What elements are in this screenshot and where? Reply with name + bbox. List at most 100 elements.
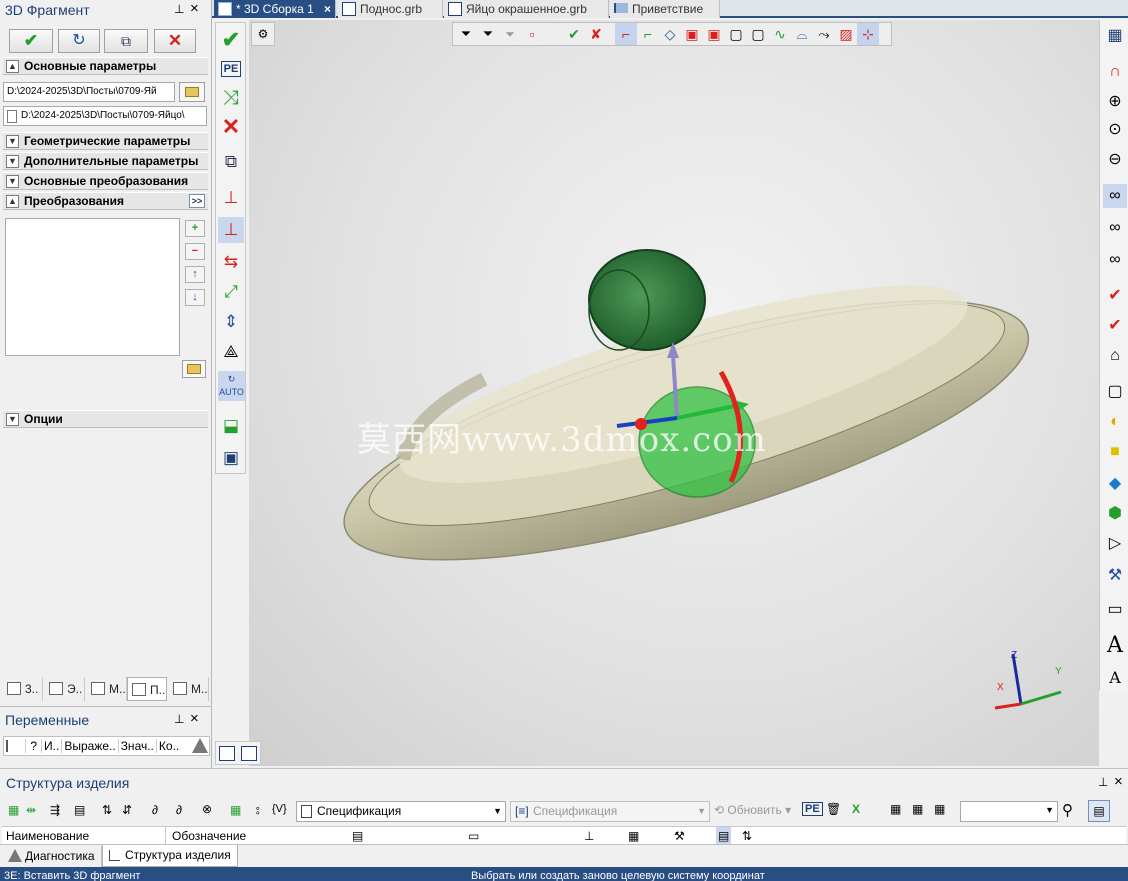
move-y-icon[interactable]: ⤢ bbox=[218, 279, 244, 305]
col-designation[interactable]: Обозначение bbox=[172, 827, 342, 845]
section-transforms[interactable]: ▲ Преобразования >> bbox=[3, 192, 208, 210]
text-small-icon[interactable]: A bbox=[1103, 666, 1127, 690]
table-3-icon[interactable]: ▦ bbox=[934, 802, 945, 816]
close-icon[interactable]: × bbox=[190, 0, 199, 17]
delete-icon[interactable]: 🗑 bbox=[826, 802, 841, 816]
egg-model[interactable] bbox=[588, 249, 706, 351]
cancel-button[interactable]: ✕ bbox=[154, 29, 196, 53]
section-options[interactable]: ▼ Опции bbox=[3, 410, 208, 428]
browse-folder-button[interactable] bbox=[179, 82, 205, 102]
path-input-2[interactable]: D:\2024-2025\3D\Посты\0709-Яйцо\ bbox=[3, 106, 207, 126]
insert-icon[interactable]: ⇹ bbox=[26, 803, 36, 817]
section-main-params[interactable]: ▲ Основные параметры bbox=[3, 57, 208, 75]
abort-icon[interactable]: ✕ bbox=[218, 114, 244, 140]
section-basic-transforms[interactable]: ▼ Основные преобразования bbox=[3, 172, 208, 190]
origin-icon[interactable]: ⊹ bbox=[857, 23, 879, 45]
csys-place-icon[interactable]: ⊥ bbox=[218, 185, 244, 211]
variables-icon[interactable]: ⦂ bbox=[256, 803, 260, 818]
properties-icon[interactable]: PE bbox=[218, 56, 244, 82]
check-filter-icon[interactable]: ✔ bbox=[563, 23, 585, 45]
filter-3-icon[interactable]: ⏷ bbox=[499, 23, 521, 45]
move-z-icon[interactable]: ⇕ bbox=[218, 309, 244, 335]
branch-icon[interactable]: ⤨ bbox=[218, 85, 244, 111]
col-icon-6[interactable]: ▤ bbox=[716, 827, 732, 845]
col-icon-3[interactable]: ⊥ bbox=[584, 827, 594, 845]
transforms-list[interactable] bbox=[5, 218, 180, 356]
tab-welcome[interactable]: Приветствие bbox=[610, 0, 720, 18]
zoom-window-icon[interactable]: ⊙ bbox=[1103, 118, 1127, 142]
close-icon[interactable]: × bbox=[190, 710, 199, 727]
tab-3d-assembly[interactable]: * 3D Сборка 1 × bbox=[214, 0, 336, 18]
excel-icon[interactable]: X bbox=[852, 802, 860, 816]
csys-icon[interactable]: ⌐ bbox=[615, 23, 637, 45]
body-2-icon[interactable]: ▢ bbox=[747, 23, 769, 45]
panel-tab-3[interactable]: М.. bbox=[87, 677, 127, 701]
ok-button[interactable]: ✔ bbox=[9, 29, 53, 53]
glasses-3-icon[interactable]: ∞ bbox=[1103, 248, 1127, 272]
move-x-icon[interactable]: ⇆ bbox=[218, 249, 244, 275]
section-geometric[interactable]: ▼ Геометрические параметры bbox=[3, 132, 208, 150]
rotate-icon[interactable]: ⟁ bbox=[218, 339, 244, 365]
folder-button[interactable] bbox=[182, 360, 206, 378]
layout-icon[interactable]: ▦ bbox=[1103, 24, 1127, 48]
search-input[interactable]: ▼ bbox=[960, 801, 1058, 822]
close-icon[interactable]: × bbox=[1114, 773, 1123, 790]
col-icon-2[interactable]: ▭ bbox=[468, 827, 479, 845]
glasses-icon[interactable]: ∞ bbox=[1103, 184, 1127, 208]
var-v-icon[interactable]: {V} bbox=[272, 803, 287, 815]
tab-diagnostics[interactable]: Диагностика bbox=[3, 846, 102, 867]
panel-tab-5[interactable]: М.. bbox=[169, 677, 209, 701]
update-button[interactable]: ⟲ Обновить ▾ bbox=[714, 803, 791, 817]
tab-podnos[interactable]: Поднос.grb bbox=[338, 0, 443, 18]
pin-icon[interactable]: ⊥ bbox=[174, 712, 184, 726]
shell-icon[interactable]: ⌓ bbox=[791, 23, 813, 45]
move-down-button[interactable]: ↓ bbox=[185, 289, 205, 306]
component-icon[interactable]: ▨ bbox=[835, 23, 857, 45]
add-row-icon[interactable]: ▦ bbox=[8, 803, 19, 817]
box-blue-icon[interactable]: ◆ bbox=[1103, 472, 1127, 496]
section-additional[interactable]: ▼ Дополнительные параметры bbox=[3, 152, 208, 170]
expand-more-button[interactable]: >> bbox=[189, 194, 205, 208]
spec-combo-2[interactable]: [≡] Спецификация ▼ bbox=[510, 801, 710, 822]
panel-tab-4-active[interactable]: П.. bbox=[127, 677, 167, 701]
link-2-icon[interactable]: ∂ bbox=[176, 803, 182, 817]
check-body-2-icon[interactable]: ✔ bbox=[1103, 314, 1127, 338]
tool-icon[interactable]: ⚒ bbox=[1103, 564, 1127, 588]
select-icon[interactable]: ▫ bbox=[521, 23, 543, 45]
section-icon[interactable]: ⌂ bbox=[1103, 344, 1127, 368]
fragment-icon[interactable]: ▣ bbox=[218, 445, 244, 471]
cube-icon[interactable]: ▢ bbox=[1103, 380, 1127, 404]
sort-desc-icon[interactable]: ⇵ bbox=[122, 803, 132, 817]
tree-view-icon[interactable]: ⇶ bbox=[50, 803, 60, 817]
add-transform-button[interactable]: + bbox=[185, 220, 205, 237]
layout-split-icon[interactable] bbox=[219, 746, 235, 761]
spec-combo[interactable]: Спецификация ▼ bbox=[296, 801, 506, 822]
zoom-out-icon[interactable]: ⊖ bbox=[1103, 148, 1127, 172]
panel-tab-1[interactable]: 3.. bbox=[3, 677, 43, 701]
curve-icon[interactable]: ∿ bbox=[769, 23, 791, 45]
tab-egg[interactable]: Яйцо окрашенное.grb bbox=[444, 0, 609, 18]
path-input-1[interactable]: D:\2024-2025\3D\Посты\0709-Яй bbox=[3, 82, 175, 102]
projection-icon[interactable]: ▷ bbox=[1103, 532, 1127, 556]
col-icon-5[interactable]: ⚒ bbox=[674, 827, 685, 845]
panel-tab-2[interactable]: Э.. bbox=[45, 677, 85, 701]
auto-button[interactable]: ↻ AUTO bbox=[218, 371, 245, 401]
table-2-icon[interactable]: ▦ bbox=[912, 802, 923, 816]
face-2-icon[interactable]: ▣ bbox=[703, 23, 725, 45]
col-icon-1[interactable]: ▤ bbox=[352, 827, 363, 845]
zoom-in-icon[interactable]: ⊕ bbox=[1103, 90, 1127, 114]
table-icon[interactable]: ▦ bbox=[890, 802, 901, 816]
sketch-icon[interactable]: ⤳ bbox=[813, 23, 835, 45]
filter-icon[interactable]: ⏷ bbox=[455, 23, 477, 45]
zoom-object-icon[interactable]: ⧉ bbox=[218, 149, 244, 175]
csys-move-icon[interactable]: ⊥ bbox=[218, 217, 244, 243]
preview-button[interactable]: ⧉ bbox=[104, 29, 148, 53]
filter-2-icon[interactable]: ⏷ bbox=[477, 23, 499, 45]
report-icon[interactable]: PE bbox=[802, 802, 823, 816]
face-icon[interactable]: ▣ bbox=[681, 23, 703, 45]
cross-filter-icon[interactable]: ✘ bbox=[585, 23, 607, 45]
body-icon[interactable]: ▢ bbox=[725, 23, 747, 45]
camera-icon[interactable]: ▭ bbox=[1103, 598, 1127, 622]
col-icon-4[interactable]: ▦ bbox=[628, 827, 639, 845]
refresh-button[interactable]: ↻ bbox=[58, 29, 100, 53]
